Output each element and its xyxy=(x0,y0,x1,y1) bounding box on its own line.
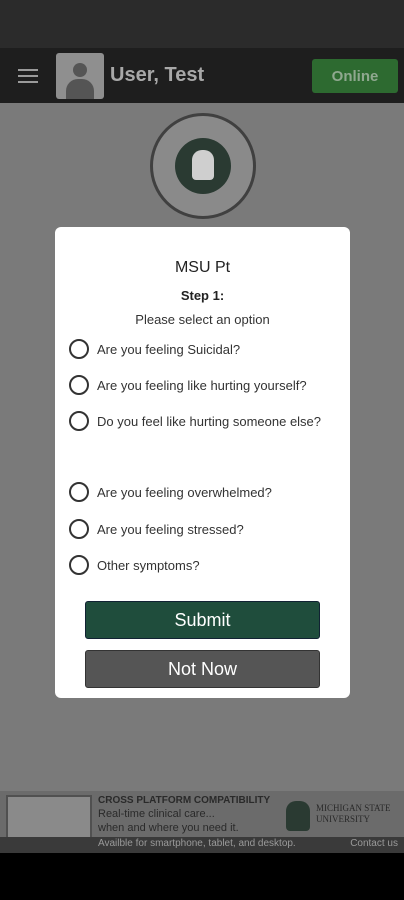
option-dialog: MSU Pt Step 1: Please select an option A… xyxy=(55,227,350,698)
navigation-bar-area xyxy=(0,853,404,900)
radio-button[interactable] xyxy=(69,519,89,539)
radio-button[interactable] xyxy=(69,375,89,395)
submit-button[interactable]: Submit xyxy=(85,601,320,639)
spartan-helmet-icon xyxy=(175,138,231,194)
radio-button[interactable] xyxy=(69,411,89,431)
app-bar: User, Test Online xyxy=(0,48,404,103)
dialog-title: MSU Pt xyxy=(174,259,231,276)
not-now-button[interactable]: Not Now xyxy=(85,650,320,688)
online-button[interactable]: Online xyxy=(312,59,398,93)
connect-for-care-logo xyxy=(150,113,256,219)
radio-button[interactable] xyxy=(69,339,89,359)
banner-title: CROSS PLATFORM COMPATIBILITY xyxy=(98,795,271,806)
option-label: Other symptoms? xyxy=(97,557,200,573)
contact-us-link[interactable]: Contact us xyxy=(350,838,398,849)
option-hurting-yourself[interactable]: Are you feeling like hurting yourself? xyxy=(69,375,307,395)
avatar[interactable] xyxy=(56,52,104,99)
radio-button[interactable] xyxy=(69,482,89,502)
option-label: Do you feel like hurting someone else? xyxy=(97,413,322,429)
dialog-step: Step 1: xyxy=(180,288,225,303)
banner-line-1: Real-time clinical care... xyxy=(98,808,215,820)
radio-button[interactable] xyxy=(69,555,89,575)
menu-icon[interactable] xyxy=(0,48,56,103)
option-hurting-someone-else[interactable]: Do you feel like hurting someone else? xyxy=(69,411,321,431)
option-label: Are you feeling overwhelmed? xyxy=(97,484,272,500)
promo-banner[interactable]: CROSS PLATFORM COMPATIBILITY Real-time c… xyxy=(0,791,404,853)
university-name: MICHIGAN STATE UNIVERSITY xyxy=(316,803,391,824)
user-name: User, Test xyxy=(110,64,205,86)
banner-footer: Availble for smartphone, tablet, and des… xyxy=(0,837,404,853)
option-other-symptoms[interactable]: Other symptoms? xyxy=(69,555,200,575)
option-overwhelmed[interactable]: Are you feeling overwhelmed? xyxy=(69,482,272,502)
dialog-prompt: Please select an option xyxy=(135,312,270,327)
option-label: Are you feeling stressed? xyxy=(97,521,244,537)
option-suicidal[interactable]: Are you feeling Suicidal? xyxy=(69,339,240,359)
option-label: Are you feeling Suicidal? xyxy=(97,341,241,357)
option-label: Are you feeling like hurting yourself? xyxy=(97,377,307,393)
status-bar xyxy=(0,0,404,48)
banner-line-2: when and where you need it. xyxy=(98,822,239,834)
option-stressed[interactable]: Are you feeling stressed? xyxy=(69,519,244,539)
availability-text: Availble for smartphone, tablet, and des… xyxy=(98,838,296,849)
msu-helmet-icon xyxy=(286,801,310,831)
